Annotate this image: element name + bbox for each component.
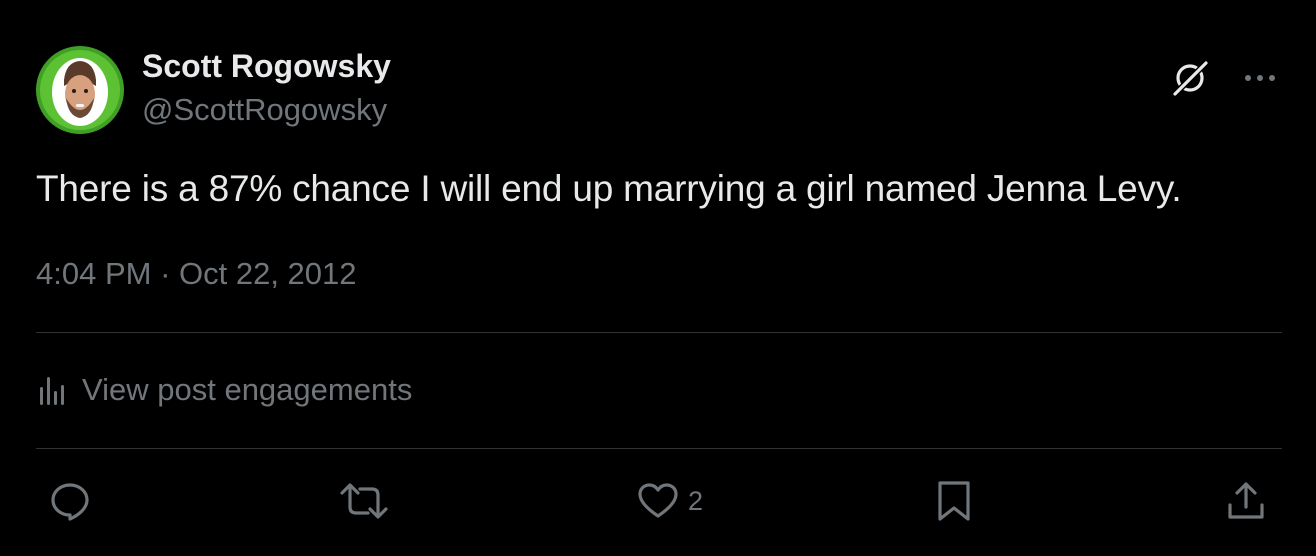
timestamp-separator: · <box>151 256 180 291</box>
divider <box>36 332 1282 333</box>
tweet-timestamp: 4:04 PM · Oct 22, 2012 <box>36 256 357 292</box>
more-icon <box>1245 75 1275 81</box>
bookmark-button[interactable] <box>932 476 976 526</box>
avatar[interactable] <box>36 46 124 134</box>
bookmark-icon <box>938 481 970 521</box>
grok-icon <box>1173 61 1208 96</box>
grok-button[interactable] <box>1168 56 1212 100</box>
retweet-icon <box>340 483 388 519</box>
author-handle[interactable]: @ScottRogowsky <box>142 92 387 128</box>
tweet-date[interactable]: Oct 22, 2012 <box>179 256 357 291</box>
reply-icon <box>51 483 89 521</box>
tweet-text: There is a 87% chance I will end up marr… <box>36 168 1182 209</box>
like-button[interactable]: 2 <box>636 476 703 526</box>
heart-icon <box>638 483 678 518</box>
view-engagements-label: View post engagements <box>82 372 413 407</box>
retweet-button[interactable] <box>338 476 390 526</box>
author-display-name[interactable]: Scott Rogowsky <box>142 48 391 85</box>
tweet-time[interactable]: 4:04 PM <box>36 256 151 291</box>
share-icon <box>1228 482 1264 519</box>
analytics-icon <box>40 377 64 405</box>
share-button[interactable] <box>1224 476 1268 526</box>
reply-button[interactable] <box>48 476 92 526</box>
view-engagements-link[interactable]: View post engagements <box>36 368 412 412</box>
tweet-card: Scott Rogowsky @ScottRogowsky There is a… <box>0 0 1316 556</box>
like-count: 2 <box>688 485 704 516</box>
more-options-button[interactable] <box>1238 56 1282 100</box>
divider <box>36 448 1282 449</box>
